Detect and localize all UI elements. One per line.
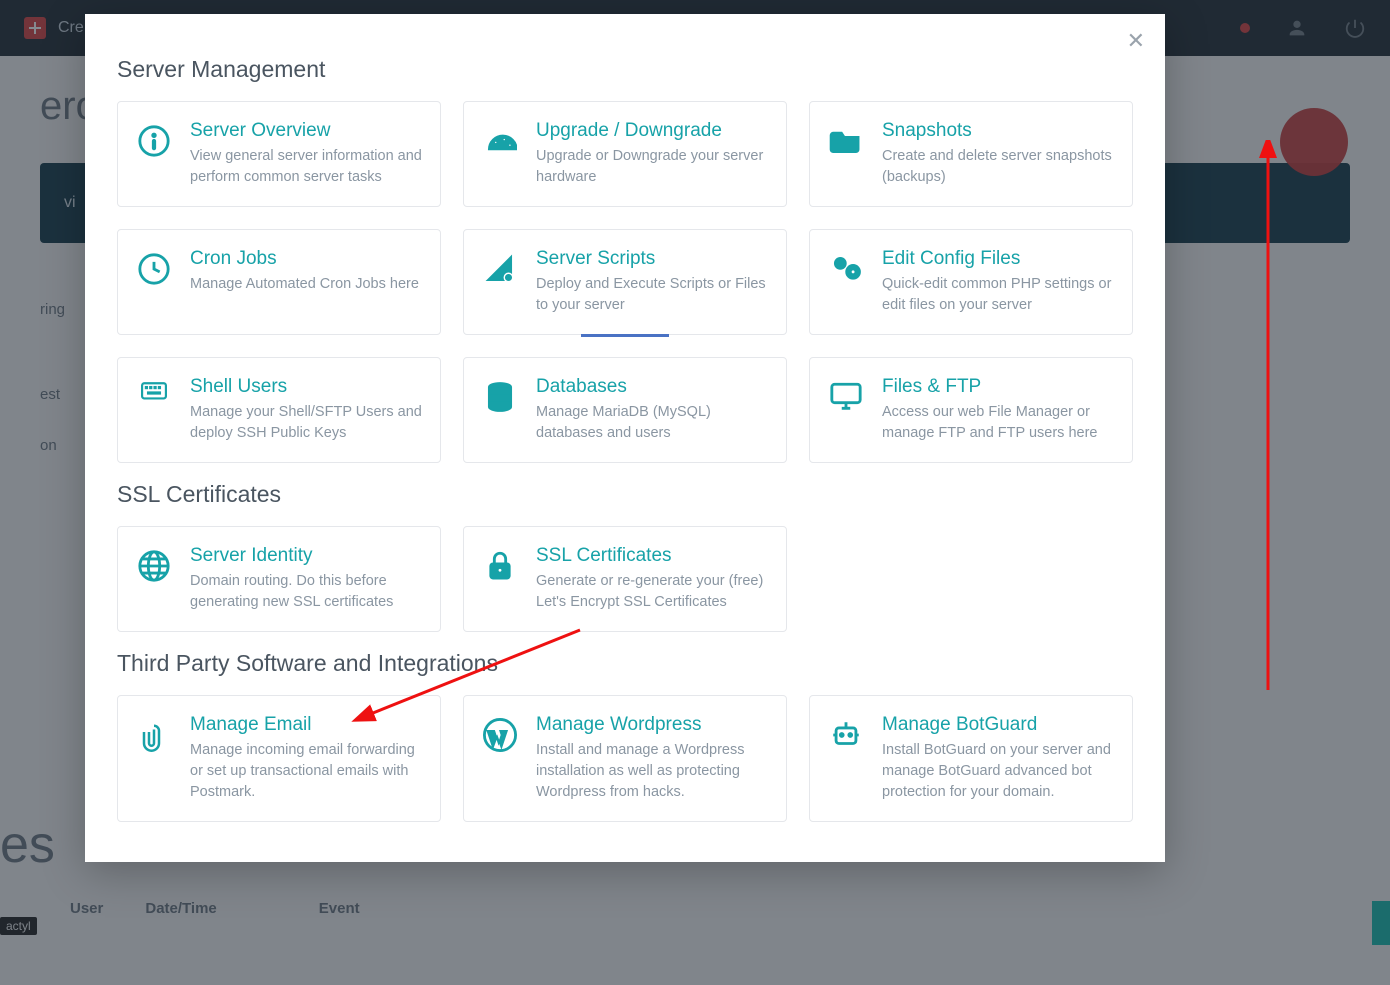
card-desc: Deploy and Execute Scripts or Files to y… [536,274,770,316]
card-title: Server Overview [190,120,424,142]
card-scripts[interactable]: Server Scripts Deploy and Execute Script… [463,229,787,335]
section-title-integrations: Third Party Software and Integrations [117,650,1133,677]
card-title: Cron Jobs [190,248,419,270]
card-title: Manage Email [190,714,424,736]
card-title: SSL Certificates [536,545,770,567]
card-databases[interactable]: Databases Manage MariaDB (MySQL) databas… [463,357,787,463]
card-upgrade[interactable]: Upgrade / Downgrade Upgrade or Downgrade… [463,101,787,207]
card-desc: Generate or re-generate your (free) Let'… [536,571,770,613]
clock-icon [134,248,174,316]
card-title: Manage Wordpress [536,714,770,736]
card-desc: Manage your Shell/SFTP Users and deploy … [190,402,424,444]
info-icon [134,120,174,188]
keyboard-icon [134,376,174,444]
card-cron[interactable]: Cron Jobs Manage Automated Cron Jobs her… [117,229,441,335]
card-desc: Install BotGuard on your server and mana… [882,740,1116,803]
card-manage-wordpress[interactable]: Manage Wordpress Install and manage a Wo… [463,695,787,822]
card-title: Files & FTP [882,376,1116,398]
card-config[interactable]: Edit Config Files Quick-edit common PHP … [809,229,1133,335]
section-title-management: Server Management [117,56,1133,83]
card-server-overview[interactable]: Server Overview View general server info… [117,101,441,207]
card-desc: Quick-edit common PHP settings or edit f… [882,274,1116,316]
card-shell[interactable]: Shell Users Manage your Shell/SFTP Users… [117,357,441,463]
card-files[interactable]: Files & FTP Access our web File Manager … [809,357,1133,463]
gauge-icon [480,120,520,188]
close-icon[interactable]: ✕ [1127,28,1145,54]
card-desc: Manage incoming email forwarding or set … [190,740,424,803]
monitor-icon [826,376,866,444]
server-management-modal: ✕ Server Management Server Overview View… [85,14,1165,862]
card-desc: View general server information and perf… [190,146,424,188]
card-desc: Access our web File Manager or manage FT… [882,402,1116,444]
section-title-ssl: SSL Certificates [117,481,1133,508]
card-title: Server Identity [190,545,424,567]
card-title: Databases [536,376,770,398]
robot-icon [826,714,866,803]
card-ssl[interactable]: SSL Certificates Generate or re-generate… [463,526,787,632]
gears-icon [826,248,866,316]
script-icon [480,248,520,316]
card-title: Manage BotGuard [882,714,1116,736]
card-desc: Manage MariaDB (MySQL) databases and use… [536,402,770,444]
card-desc: Create and delete server snapshots (back… [882,146,1116,188]
card-title: Server Scripts [536,248,770,270]
paperclip-icon [134,714,174,803]
wordpress-icon [480,714,520,803]
card-manage-botguard[interactable]: Manage BotGuard Install BotGuard on your… [809,695,1133,822]
card-title: Edit Config Files [882,248,1116,270]
card-desc: Domain routing. Do this before generatin… [190,571,424,613]
card-server-identity[interactable]: Server Identity Domain routing. Do this … [117,526,441,632]
card-desc: Manage Automated Cron Jobs here [190,274,419,295]
card-title: Snapshots [882,120,1116,142]
folder-icon [826,120,866,188]
card-snapshots[interactable]: Snapshots Create and delete server snaps… [809,101,1133,207]
lock-icon [480,545,520,613]
card-desc: Upgrade or Downgrade your server hardwar… [536,146,770,188]
globe-icon [134,545,174,613]
database-icon [480,376,520,444]
card-desc: Install and manage a Wordpress installat… [536,740,770,803]
card-title: Shell Users [190,376,424,398]
card-manage-email[interactable]: Manage Email Manage incoming email forwa… [117,695,441,822]
card-title: Upgrade / Downgrade [536,120,770,142]
